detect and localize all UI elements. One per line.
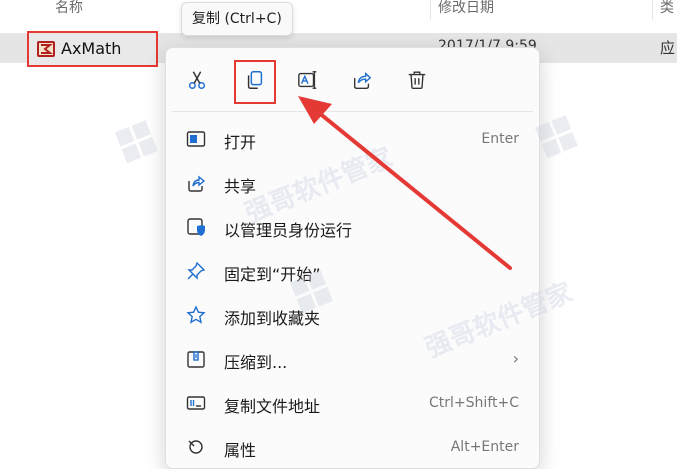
cut-button[interactable] xyxy=(179,62,215,98)
properties-icon xyxy=(186,437,206,457)
menu-item-compress[interactable]: 压缩到... › xyxy=(172,340,533,378)
share-icon xyxy=(353,72,372,89)
menu-item-shortcut: Alt+Enter xyxy=(450,439,519,455)
menu-item-shortcut: Ctrl+Shift+C xyxy=(429,395,519,411)
copy-tooltip: 复制 (Ctrl+C) xyxy=(181,2,293,36)
zip-icon xyxy=(186,349,206,369)
menu-item-open[interactable]: 打开 Enter xyxy=(172,120,533,158)
column-name-header[interactable]: 名称 xyxy=(55,0,83,17)
delete-button[interactable] xyxy=(399,62,435,98)
open-app-icon xyxy=(186,129,206,149)
star-icon xyxy=(186,305,206,325)
file-name-highlight[interactable]: AxMath xyxy=(27,31,158,67)
column-separator[interactable] xyxy=(430,0,431,20)
menu-item-run-as-admin[interactable]: 以管理员身份运行 xyxy=(172,208,533,246)
file-name: AxMath xyxy=(61,39,122,58)
chevron-right-icon: › xyxy=(512,349,519,368)
menu-item-label: 共享 xyxy=(224,177,257,196)
menu-item-add-favorites[interactable]: 添加到收藏夹 xyxy=(172,296,533,334)
axmath-app-icon xyxy=(37,41,55,57)
shield-icon xyxy=(186,217,206,237)
menu-item-pin-to-start[interactable]: 固定到“开始” xyxy=(172,252,533,290)
menu-item-label: 属性 xyxy=(224,441,257,460)
column-type-header[interactable]: 类 xyxy=(660,0,674,17)
menu-item-label: 压缩到... xyxy=(224,353,288,372)
menu-separator xyxy=(172,111,533,112)
file-type: 应 xyxy=(660,39,676,57)
watermark-logo-icon xyxy=(114,120,159,164)
column-separator[interactable] xyxy=(652,0,653,20)
delete-icon xyxy=(408,71,426,89)
share-icon xyxy=(186,173,206,193)
menu-item-label: 复制文件地址 xyxy=(224,397,321,416)
quick-actions-bar xyxy=(166,58,539,104)
column-header: 名称 修改日期 类 xyxy=(0,0,677,22)
context-menu: 打开 Enter 共享 以管理员身份运行 固定到“开始” 添加到收藏夹 压缩到.… xyxy=(165,47,540,469)
menu-item-label: 打开 xyxy=(224,133,257,152)
menu-item-label: 以管理员身份运行 xyxy=(224,221,353,240)
path-icon xyxy=(186,393,206,413)
menu-item-copy-path[interactable]: 复制文件地址 Ctrl+Shift+C xyxy=(172,384,533,422)
menu-item-share[interactable]: 共享 xyxy=(172,164,533,202)
share-button[interactable] xyxy=(344,62,380,98)
watermark-logo-icon xyxy=(534,115,579,159)
copy-button-highlight xyxy=(234,60,276,104)
menu-item-shortcut: Enter xyxy=(481,131,519,147)
cut-icon xyxy=(188,71,206,89)
column-date-header[interactable]: 修改日期 xyxy=(438,0,494,17)
rename-button[interactable] xyxy=(290,62,326,98)
pin-icon xyxy=(186,261,206,281)
rename-icon xyxy=(298,71,317,89)
menu-item-properties[interactable]: 属性 Alt+Enter xyxy=(172,428,533,466)
